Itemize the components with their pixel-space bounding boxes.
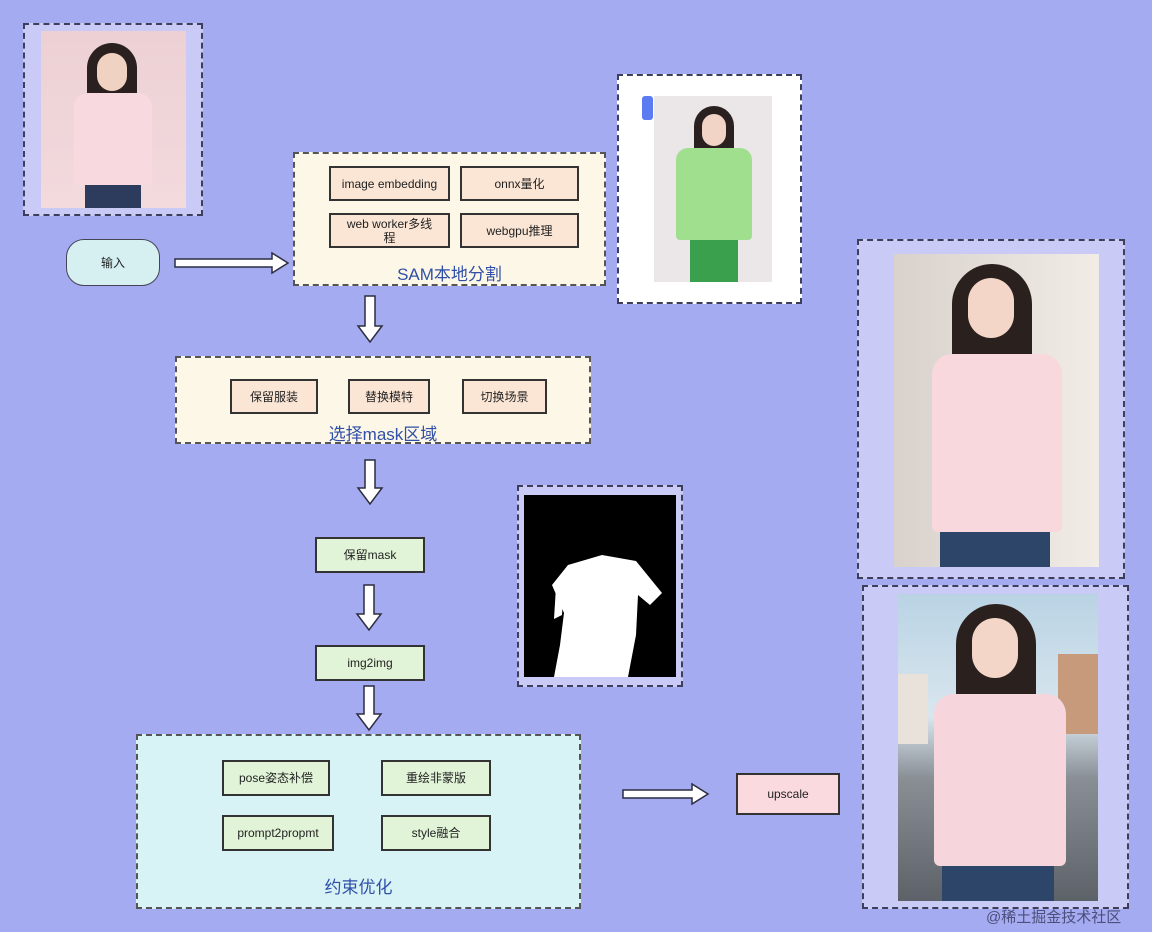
preview-photo-frame [617,74,802,304]
mask-panel-title: 选择mask区域 [328,425,438,444]
mask-image [524,495,676,677]
optimize-panel: pose姿态补偿 重绘非蒙版 prompt2propmt style融合 约束优… [136,734,581,909]
repaint-unmasked-node[interactable]: 重绘非蒙版 [381,760,491,796]
arrow-keep-to-img2img [355,584,383,632]
arrow-input-to-sam [174,251,290,275]
onnx-quantize-node[interactable]: onnx量化 [460,166,579,201]
input-photo-frame [23,23,203,216]
upscale-node[interactable]: upscale [736,773,840,815]
pose-compensation-node[interactable]: pose姿态补偿 [222,760,330,796]
img2img-node[interactable]: img2img [315,645,425,681]
input-photo [41,31,186,208]
style-fusion-node[interactable]: style融合 [381,815,491,851]
replace-model-node[interactable]: 替换模特 [348,379,430,414]
arrow-img2img-to-optimize [355,685,383,732]
image-embedding-node[interactable]: image embedding [329,166,450,201]
prompt2prompt-node[interactable]: prompt2propmt [222,815,334,851]
mask-panel: 保留服装 替换模特 切换场景 选择mask区域 [175,356,591,444]
optimize-panel-title: 约束优化 [324,878,393,897]
output-photo-2-frame [862,585,1129,909]
web-worker-node[interactable]: web worker多线程 [329,213,450,248]
mask-silhouette [552,555,662,677]
output-photo-2 [898,594,1098,901]
sam-panel-title: SAM本地分割 [397,265,502,284]
watermark: @稀土掘金技术社区 [986,909,1122,926]
arrow-mask-to-keep [356,459,384,506]
webgpu-inference-node[interactable]: webgpu推理 [460,213,579,248]
keep-clothing-node[interactable]: 保留服装 [230,379,318,414]
switch-scene-node[interactable]: 切换场景 [462,379,547,414]
toolbar-icon[interactable] [642,96,653,120]
arrow-sam-to-mask [356,295,384,344]
output-photo-1-frame [857,239,1125,579]
mask-image-frame [517,485,683,687]
sam-panel: image embedding onnx量化 web worker多线程 web… [293,152,606,286]
input-node[interactable]: 输入 [66,239,160,286]
preview-photo [654,96,772,282]
keep-mask-node[interactable]: 保留mask [315,537,425,573]
output-photo-1 [894,254,1099,567]
arrow-optimize-to-upscale [622,782,710,806]
